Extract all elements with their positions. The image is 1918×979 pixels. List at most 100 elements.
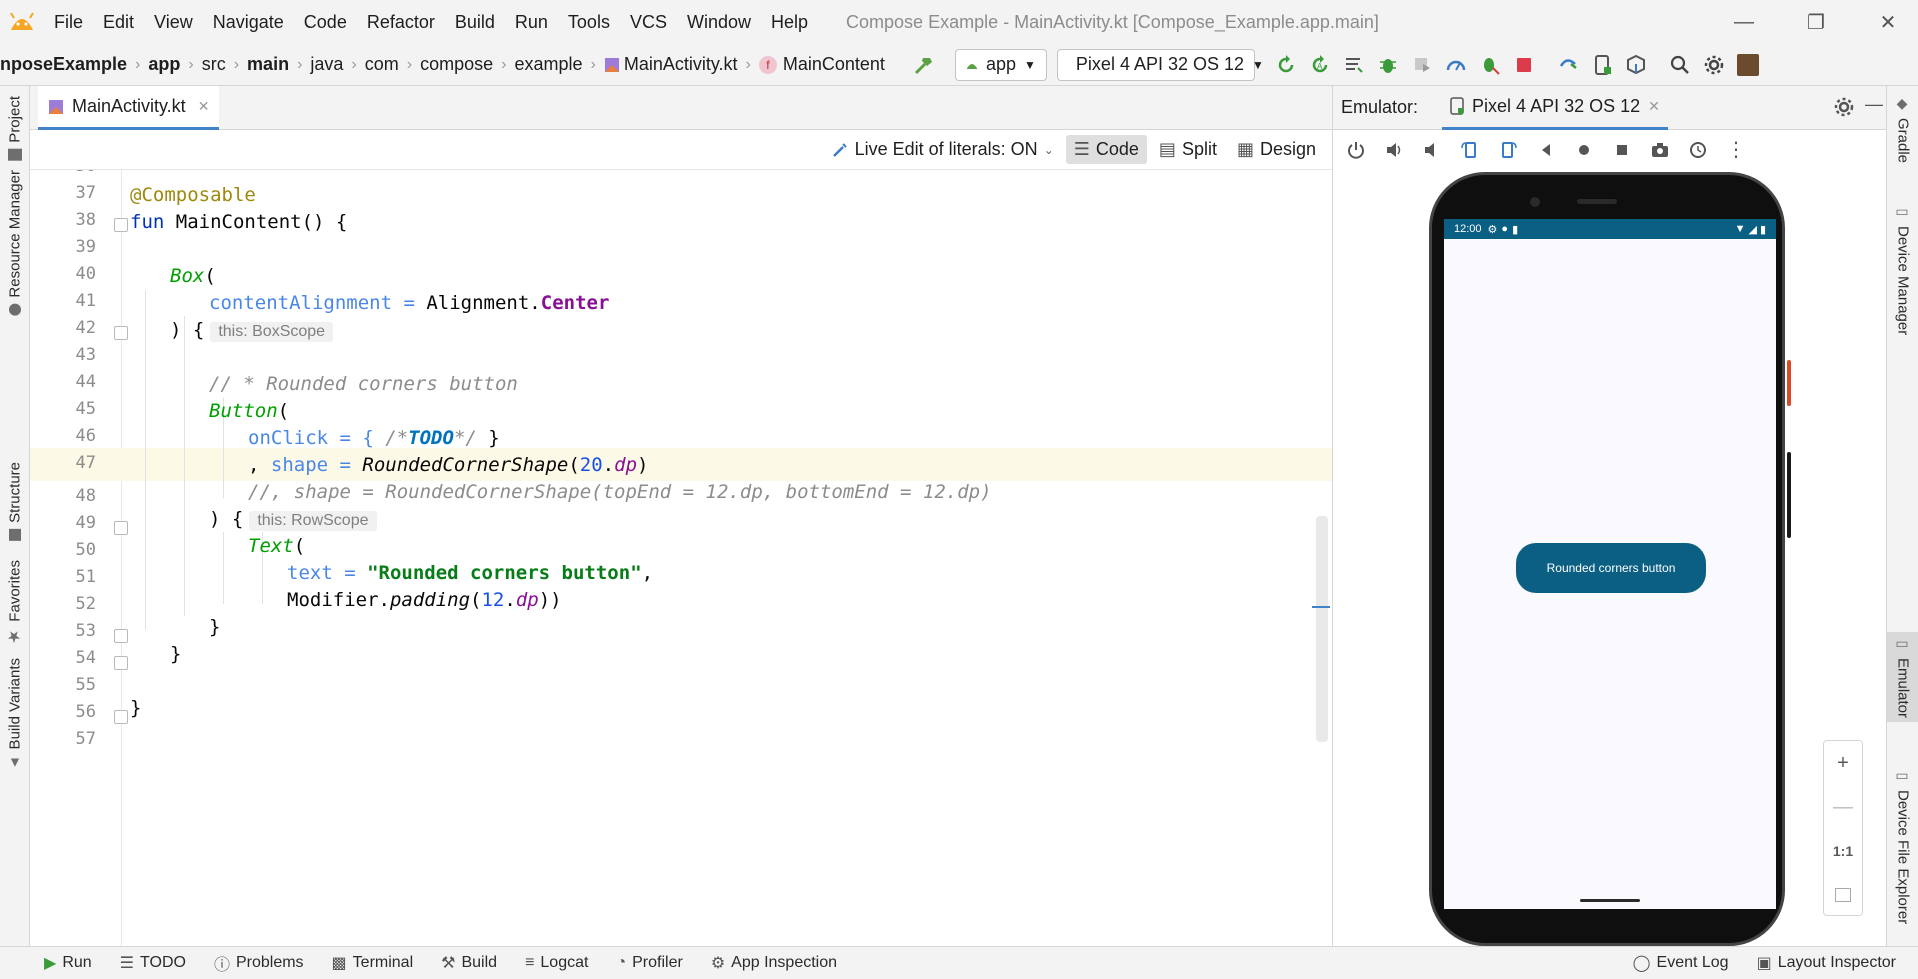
run-config-select[interactable]: app ▼: [954, 48, 1047, 81]
restore-button[interactable]: ❐: [1786, 0, 1846, 44]
volume-up-icon[interactable]: [1377, 133, 1411, 167]
tool-tab-structure[interactable]: Structure: [0, 458, 30, 545]
bottom-tab-run[interactable]: ▶ Run: [0, 953, 106, 973]
close-tab-icon[interactable]: ✕: [198, 98, 210, 115]
phone-screen[interactable]: 12:00 ⚙ ● ▮ ▼ ◢ ▮ Rounded corners button: [1444, 219, 1776, 909]
tool-tab-device-file-explorer[interactable]: ▭ Device File Explorer: [1887, 764, 1918, 928]
menu-window[interactable]: Window: [677, 0, 761, 44]
menu-code[interactable]: Code: [294, 0, 357, 44]
rotate-left-icon[interactable]: [1453, 133, 1487, 167]
minimize-button[interactable]: —: [1714, 0, 1774, 44]
menu-tools[interactable]: Tools: [558, 0, 620, 44]
coverage-icon[interactable]: [1405, 48, 1439, 82]
tool-tab-gradle[interactable]: ◆ Gradle: [1887, 92, 1918, 167]
zoom-in-icon[interactable]: +: [1824, 741, 1862, 785]
breadcrumb-file[interactable]: MainActivity.kt: [598, 54, 744, 75]
tool-tab-project[interactable]: Project: [0, 92, 30, 165]
user-avatar[interactable]: [1731, 48, 1765, 82]
volume-down-icon[interactable]: [1415, 133, 1449, 167]
hammer-icon[interactable]: [907, 48, 941, 82]
fold-marker-icon[interactable]: [114, 326, 128, 340]
screenshot-icon[interactable]: [1643, 133, 1677, 167]
sdk-manager-icon[interactable]: [1619, 48, 1653, 82]
menu-run[interactable]: Run: [505, 0, 558, 44]
fold-marker-icon[interactable]: [114, 521, 128, 535]
bottom-tab-problems[interactable]: ⓘ Problems: [200, 951, 318, 975]
sync-gradle-icon[interactable]: [1551, 48, 1585, 82]
phone-volume-key[interactable]: [1787, 452, 1791, 538]
apply-code-changes-icon[interactable]: [1337, 48, 1371, 82]
profile-icon[interactable]: [1439, 48, 1473, 82]
phone-power-key[interactable]: [1787, 360, 1791, 406]
tool-tab-build-variants[interactable]: ▲ Build Variants: [0, 654, 30, 775]
menu-edit[interactable]: Edit: [93, 0, 144, 44]
tool-tab-resource-manager[interactable]: Resource Manager: [0, 166, 30, 320]
breadcrumb-app[interactable]: app: [142, 54, 186, 75]
rounded-corners-button[interactable]: Rounded corners button: [1516, 543, 1706, 593]
menu-file[interactable]: File: [44, 0, 93, 44]
fold-marker-icon[interactable]: [114, 218, 128, 232]
editor-scrollbar[interactable]: [1316, 516, 1328, 742]
gesture-nav-bar[interactable]: [1580, 899, 1640, 902]
bottom-tab-build[interactable]: ⚒ Build: [427, 953, 511, 973]
bottom-tab-profiler[interactable]: ◔ Profiler: [602, 954, 696, 972]
bottom-tab-logcat[interactable]: ≡ Logcat: [511, 954, 602, 972]
fold-marker-icon[interactable]: [114, 629, 128, 643]
tool-tab-device-manager[interactable]: ▭ Device Manager: [1887, 200, 1918, 339]
bottom-tab-layout-inspector[interactable]: ▣ Layout Inspector: [1743, 953, 1918, 973]
home-icon[interactable]: [1567, 133, 1601, 167]
breadcrumb-example[interactable]: example: [508, 54, 588, 75]
breadcrumb-main[interactable]: main: [241, 54, 295, 75]
bottom-tab-todo[interactable]: ☰ TODO: [106, 953, 200, 973]
power-icon[interactable]: [1339, 133, 1373, 167]
debug-icon[interactable]: [1371, 48, 1405, 82]
close-tab-icon[interactable]: ✕: [1648, 98, 1660, 115]
bottom-tab-terminal[interactable]: ▩ Terminal: [318, 953, 428, 973]
fold-marker-icon[interactable]: [114, 656, 128, 670]
breadcrumb-java[interactable]: java: [304, 54, 349, 75]
tool-tab-favorites[interactable]: ★ Favorites: [0, 556, 30, 651]
view-mode-code[interactable]: ☰ Code: [1065, 135, 1147, 164]
live-edit-toggle[interactable]: Live Edit of literals: ON ⌄: [823, 135, 1062, 164]
menu-build[interactable]: Build: [445, 0, 505, 44]
rerun-icon[interactable]: [1269, 48, 1303, 82]
menu-view[interactable]: View: [144, 0, 203, 44]
settings-icon[interactable]: [1697, 48, 1731, 82]
stop-icon[interactable]: [1507, 48, 1541, 82]
fold-marker-icon[interactable]: [114, 710, 128, 724]
hide-panel-icon[interactable]: —: [1865, 94, 1883, 115]
device-select[interactable]: Pixel 4 API 32 OS 12 ▼: [1056, 48, 1264, 81]
close-window-button[interactable]: ✕: [1858, 0, 1918, 44]
breadcrumb-com[interactable]: com: [359, 54, 405, 75]
zoom-actual-size-button[interactable]: 1:1: [1824, 829, 1862, 873]
attach-debugger-icon[interactable]: [1473, 48, 1507, 82]
emulator-device-tab[interactable]: Pixel 4 API 32 OS 12 ✕: [1442, 86, 1668, 130]
device-manager-icon[interactable]: [1585, 48, 1619, 82]
breadcrumb-src[interactable]: src: [196, 54, 232, 75]
tool-tab-emulator[interactable]: ▭ Emulator: [1887, 632, 1918, 723]
breadcrumb-compose[interactable]: compose: [414, 54, 499, 75]
zoom-out-icon[interactable]: —: [1824, 785, 1862, 829]
apply-changes-icon[interactable]: A: [1303, 48, 1337, 82]
menu-vcs[interactable]: VCS: [620, 0, 677, 44]
editor-tab-mainactivity[interactable]: MainActivity.kt ✕: [38, 86, 220, 130]
menu-help[interactable]: Help: [761, 0, 818, 44]
view-mode-split[interactable]: ▤ Split: [1151, 135, 1225, 164]
menu-navigate[interactable]: Navigate: [203, 0, 294, 44]
overview-icon[interactable]: [1605, 133, 1639, 167]
view-mode-design[interactable]: ▦ Design: [1229, 135, 1324, 164]
search-icon[interactable]: [1663, 48, 1697, 82]
zoom-fit-icon[interactable]: [1824, 873, 1862, 917]
bottom-tab-app-inspection[interactable]: ⚙ App Inspection: [697, 953, 851, 973]
bottom-tab-event-log[interactable]: ◯ Event Log: [1619, 953, 1743, 973]
snapshot-icon[interactable]: [1681, 133, 1715, 167]
code-editor[interactable]: 36 37 38 39 40 41 42 43 44 45 46 47 48 4…: [30, 170, 1332, 946]
bottom-tab-app-inspection-label: App Inspection: [731, 954, 838, 971]
rotate-right-icon[interactable]: [1491, 133, 1525, 167]
menu-refactor[interactable]: Refactor: [357, 0, 445, 44]
breadcrumb-function[interactable]: f MainContent: [753, 54, 891, 75]
settings-icon[interactable]: [1833, 96, 1855, 123]
back-icon[interactable]: [1529, 133, 1563, 167]
breadcrumb-project[interactable]: nposeExample: [0, 54, 133, 75]
more-options-icon[interactable]: ⋮: [1719, 133, 1753, 167]
